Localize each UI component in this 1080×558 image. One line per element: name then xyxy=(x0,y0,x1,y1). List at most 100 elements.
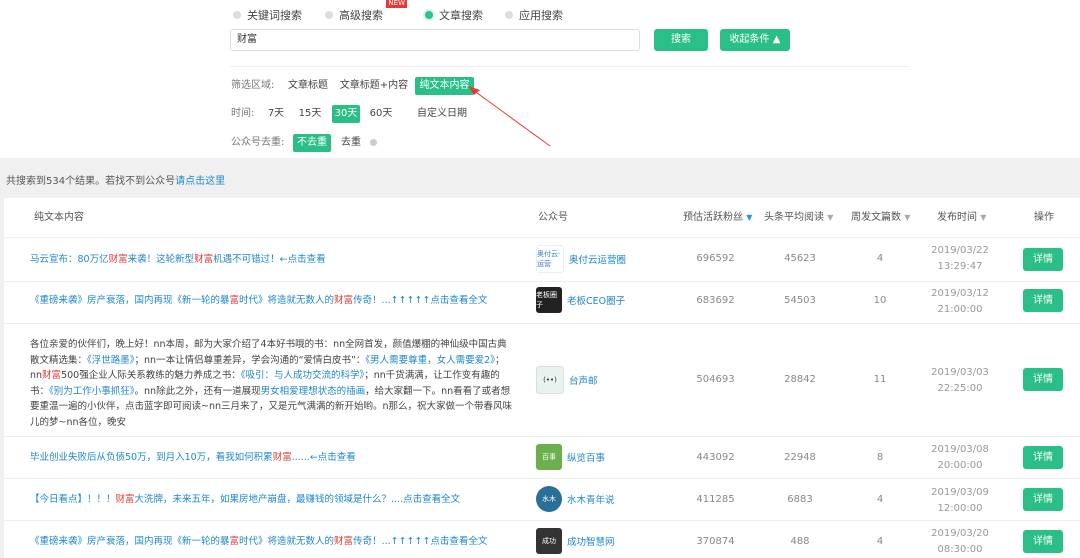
date: 2019/03/09 xyxy=(931,487,989,498)
account-cell[interactable]: 水木 水木青年说 xyxy=(536,486,615,512)
time: 13:29:47 xyxy=(937,261,983,272)
article-title-link[interactable]: 毕业创业失败后从负债50万，到月入10万，看我如何积累财富......←点击查看 xyxy=(30,450,530,466)
weekly-value: 11 xyxy=(873,374,887,385)
collapse-conditions-button[interactable]: 收起条件 ▲ xyxy=(720,29,790,51)
title-text: 传奇！...↑↑↑↑↑点击查看全文 xyxy=(353,295,488,306)
reads-value: 45623 xyxy=(784,253,816,264)
title-highlight: 财富 xyxy=(194,254,214,265)
fans-value: 696592 xyxy=(696,253,735,264)
sort-icon: ▼ xyxy=(746,213,753,222)
article-title-link[interactable]: 《重磅来袭》房产衰落，国内再现《新一轮的暴富时代》将造就无数人的财富传奇！...… xyxy=(30,293,530,309)
publish-date: 2019/03/08 20:00:00 xyxy=(924,442,996,474)
weekly-value: 4 xyxy=(876,536,884,547)
time: 22:25:00 xyxy=(937,383,983,394)
time: 20:00:00 xyxy=(937,460,983,471)
annotation-arrow-icon xyxy=(468,86,551,147)
result-summary-link[interactable]: 请点击这里 xyxy=(175,176,225,187)
content-link: 《浮世路墨》 xyxy=(87,354,135,366)
reads-value: 54503 xyxy=(784,295,816,306)
radio-advanced-search[interactable]: 高级搜索 NEW xyxy=(325,0,407,23)
time-option-7d[interactable]: 7天 xyxy=(264,105,288,123)
article-title-link[interactable]: 【今日看点】！！！财富大洗牌，未来五年，如果房地产崩盘，最赚钱的领域是什么？..… xyxy=(30,492,530,508)
area-option-title-content[interactable]: 文章标题+内容 xyxy=(337,77,411,95)
fans-value: 411285 xyxy=(696,494,735,505)
account-cell[interactable]: 奥付云·运营 奥付云运营圈 xyxy=(536,245,626,273)
sort-icon: ▼ xyxy=(980,213,987,222)
row-divider xyxy=(4,478,1080,479)
account-avatar: (••) xyxy=(536,366,564,394)
header-label: 周发文篇数 xyxy=(851,212,901,223)
header-label: 发布时间 xyxy=(937,212,977,223)
title-text: 时代》将造就无数人的 xyxy=(239,536,335,547)
fans-value: 504693 xyxy=(696,374,735,385)
row-divider xyxy=(4,237,1080,238)
radio-article-search[interactable]: 文章搜索 xyxy=(425,7,483,23)
account-cell[interactable]: 老板圈子 老板CEO圈子 xyxy=(536,287,625,313)
reads-value: 28842 xyxy=(784,374,816,385)
header-publish-time[interactable]: 发布时间 ▼ xyxy=(937,208,986,228)
title-text: ......←点击查看 xyxy=(291,452,356,463)
detail-button[interactable]: 详情 xyxy=(1023,530,1063,553)
detail-button[interactable]: 详情 xyxy=(1023,446,1063,469)
article-title-link[interactable]: 《重磅来袭》房产衰落，国内再现《新一轮的暴富时代》将造就无数人的财富传奇！...… xyxy=(30,534,530,550)
content-text: 500强企业人际关系教练的魅力养成之书： xyxy=(61,370,241,382)
title-highlight: 财富 xyxy=(115,494,135,505)
time-option-15d[interactable]: 15天 xyxy=(296,105,324,123)
dedup-option-dedup[interactable]: 去重 xyxy=(337,134,365,152)
time: 12:00:00 xyxy=(937,503,983,514)
weekly-value: 4 xyxy=(876,253,884,264)
content-link: 《别为工作小事抓狂》 xyxy=(49,385,135,397)
account-cell[interactable]: 成功 成功智慧网 xyxy=(536,528,615,554)
header-label: 头条平均阅读 xyxy=(764,212,824,223)
account-avatar: 百事 xyxy=(536,444,562,470)
date: 2019/03/22 xyxy=(931,245,989,256)
area-option-title[interactable]: 文章标题 xyxy=(284,77,332,95)
radio-label: 文章搜索 xyxy=(439,9,483,22)
date: 2019/03/20 xyxy=(931,528,989,539)
radio-label-text: 高级搜索 xyxy=(339,9,383,22)
help-icon[interactable] xyxy=(370,139,377,146)
account-name: 水木青年说 xyxy=(567,495,615,506)
article-text-content[interactable]: 各位亲爱的伙伴们，晚上好！nn本周，邮为大家介绍了4本好书哦的书：nn全网首发，… xyxy=(30,337,514,431)
title-highlight: 富 xyxy=(229,295,240,306)
header-actions: 操作 xyxy=(1034,212,1054,223)
detail-button[interactable]: 详情 xyxy=(1023,488,1063,511)
detail-button[interactable]: 详情 xyxy=(1023,368,1063,391)
reads-value: 6883 xyxy=(787,494,813,505)
result-summary: 共搜索到534个结果。若找不到公众号请点击这里 xyxy=(6,172,225,187)
radio-label: 应用搜索 xyxy=(519,9,563,22)
time-option-30d[interactable]: 30天 xyxy=(332,105,360,123)
detail-button[interactable]: 详情 xyxy=(1023,289,1063,312)
publish-date: 2019/03/03 22:25:00 xyxy=(924,365,996,397)
dedup-option-none[interactable]: 不去重 xyxy=(293,134,331,152)
search-input[interactable]: 财富 xyxy=(230,29,640,51)
title-text: 马云宣布：80万亿 xyxy=(30,254,109,265)
account-name: 老板CEO圈子 xyxy=(567,296,626,307)
article-title-link[interactable]: 马云宣布：80万亿财富来袭！这轮新型财富机遇不可错过！←点击查看 xyxy=(30,252,530,268)
header-avg-reads[interactable]: 头条平均阅读 ▼ xyxy=(764,208,833,228)
radio-app-search[interactable]: 应用搜索 xyxy=(505,7,563,23)
radio-label: 高级搜索 NEW xyxy=(339,0,407,23)
content-text: 。nn除此之外，还有一道展现 xyxy=(134,385,261,397)
search-button[interactable]: 搜索 xyxy=(654,29,708,51)
row-divider xyxy=(4,323,1080,324)
account-cell[interactable]: (••) 台声邮 xyxy=(536,366,598,394)
divider xyxy=(230,66,910,67)
title-text: 【今日看点】！！！ xyxy=(30,494,116,505)
reads-value: 488 xyxy=(790,536,810,547)
account-cell[interactable]: 百事 纵览百事 xyxy=(536,444,605,470)
date: 2019/03/08 xyxy=(931,444,989,455)
account-name: 成功智慧网 xyxy=(567,537,615,548)
weekly-value: 8 xyxy=(876,452,884,463)
header-weekly-posts[interactable]: 周发文篇数 ▼ xyxy=(851,208,910,228)
header-active-fans[interactable]: 预估活跃粉丝 ▼ xyxy=(683,208,752,228)
time-option-60d[interactable]: 60天 xyxy=(367,105,395,123)
time-filter-label: 时间: xyxy=(231,108,255,119)
title-text: 大洗牌，未来五年，如果房地产崩盘，最赚钱的领域是什么？....点击查看全文 xyxy=(134,494,461,505)
fans-value: 370874 xyxy=(696,536,735,547)
title-highlight: 财富 xyxy=(334,536,354,547)
radio-keyword-search[interactable]: 关键词搜索 xyxy=(233,7,302,23)
radio-dot xyxy=(233,11,241,19)
detail-button[interactable]: 详情 xyxy=(1023,248,1063,271)
weekly-value: 10 xyxy=(873,295,887,306)
